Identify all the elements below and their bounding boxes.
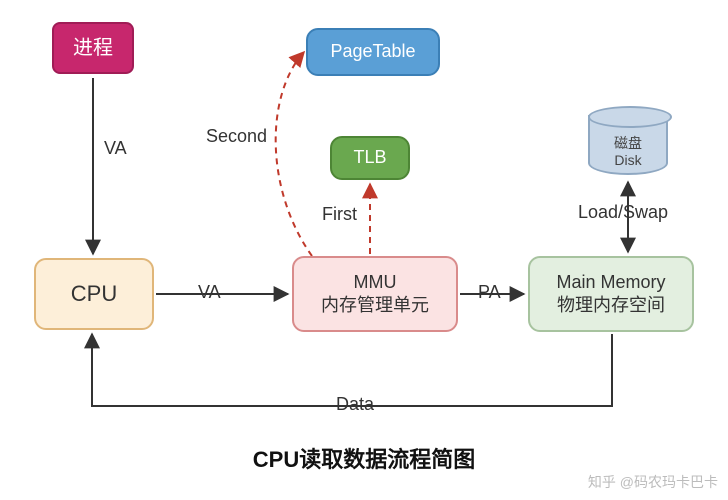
edge-label-loadswap: Load/Swap — [578, 202, 668, 223]
node-cpu-label: CPU — [71, 280, 117, 309]
edge-label-data: Data — [336, 394, 374, 415]
diagram-title: CPU读取数据流程简图 — [0, 442, 728, 474]
node-mmu-label1: MMU — [354, 271, 397, 294]
node-tlb-label: TLB — [353, 146, 386, 169]
node-mem-label1: Main Memory — [556, 271, 665, 294]
node-mem-label2: 物理内存空间 — [557, 294, 665, 317]
node-mmu-label2: 内存管理单元 — [321, 294, 429, 317]
node-cpu: CPU — [34, 258, 154, 330]
node-process-label: 进程 — [73, 35, 113, 61]
watermark: 知乎 @码农玛卡巴卡 — [588, 472, 718, 492]
node-disk-label1: 磁盘 — [614, 135, 642, 152]
node-process: 进程 — [52, 22, 134, 74]
node-mmu: MMU 内存管理单元 — [292, 256, 458, 332]
node-disk-label2: Disk — [614, 152, 642, 169]
node-pagetable-label: PageTable — [330, 40, 415, 63]
node-disk: 磁盘 Disk — [588, 114, 668, 180]
node-main-memory: Main Memory 物理内存空间 — [528, 256, 694, 332]
edge-label-first: First — [322, 204, 357, 225]
node-pagetable: PageTable — [306, 28, 440, 76]
edge-label-second: Second — [206, 126, 267, 147]
node-tlb: TLB — [330, 136, 410, 180]
edge-label-va-cpu: VA — [198, 282, 221, 303]
edge-label-va-proc: VA — [104, 138, 127, 159]
edge-label-pa: PA — [478, 282, 501, 303]
